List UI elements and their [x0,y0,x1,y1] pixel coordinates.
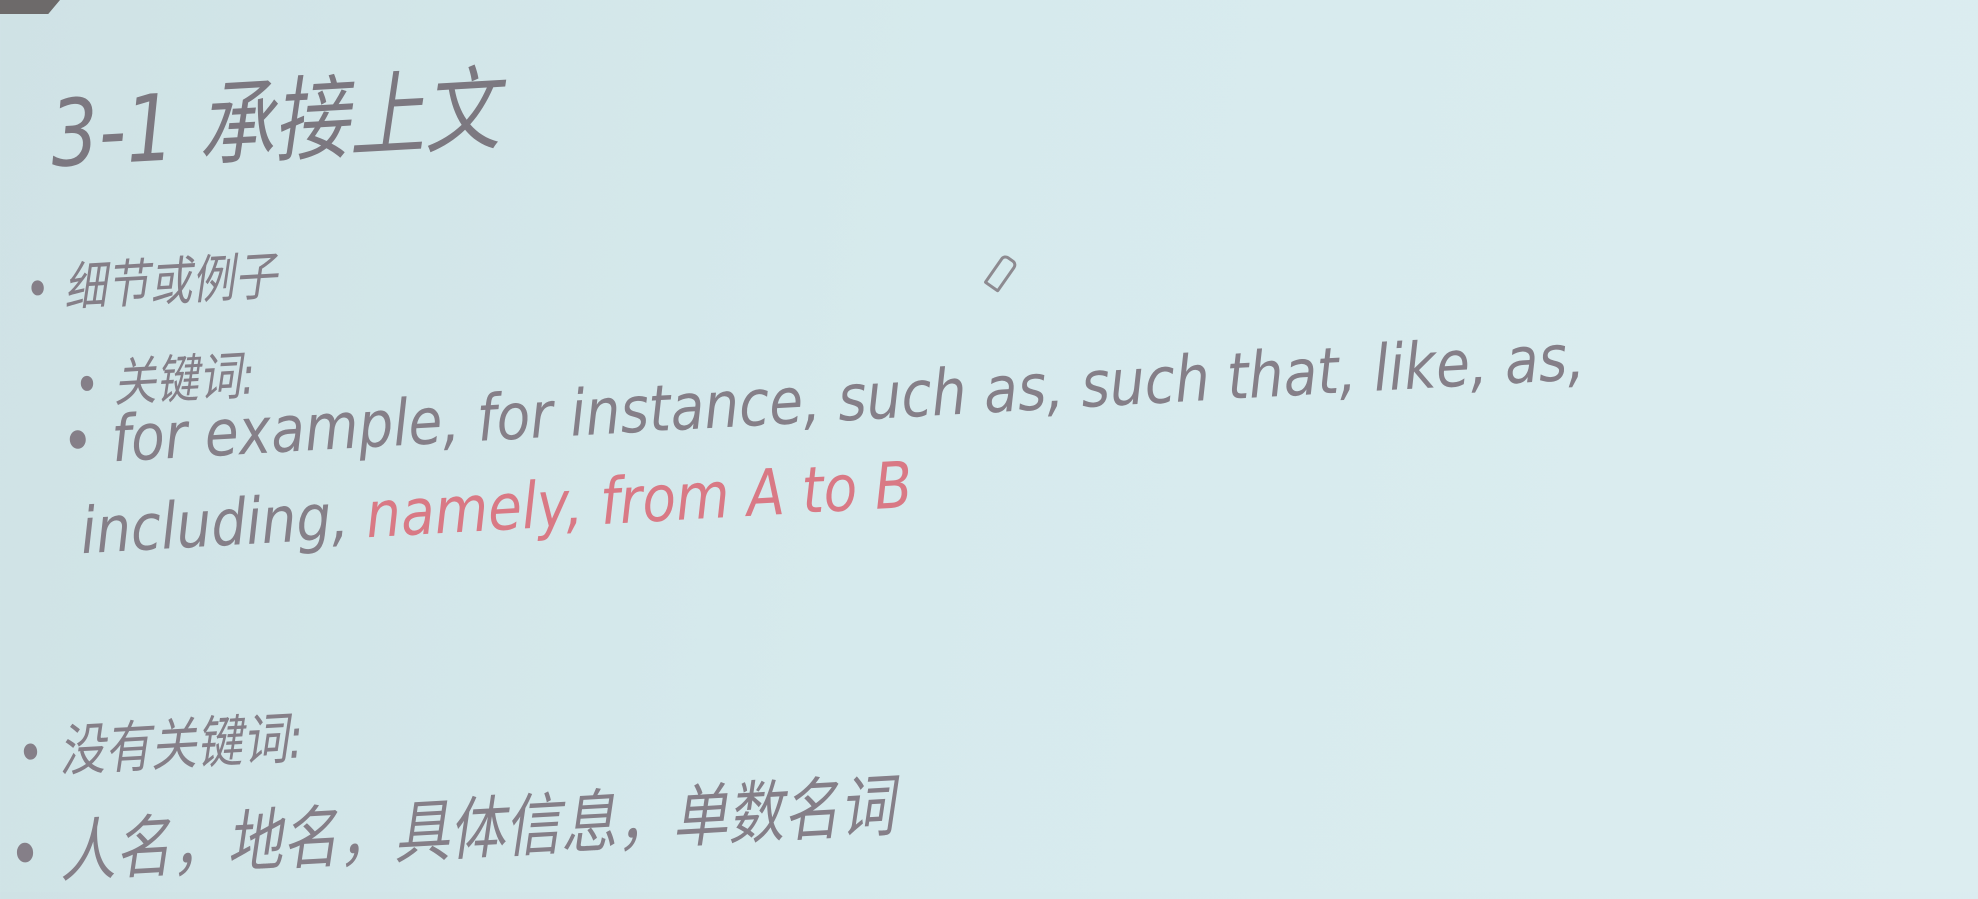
bullet-no-keywords: • 没有关键词: [15,706,306,788]
bullet-detail: • 细节或例子 [23,246,279,321]
slide-title: 3-1 承接上文 [47,56,502,189]
keywords-highlight: namely, from A to B [363,448,915,554]
keywords-gray: including, [78,479,369,570]
slide: 3-1 承接上文 • 细节或例子 • 关键词: • for example, f… [0,0,1978,895]
